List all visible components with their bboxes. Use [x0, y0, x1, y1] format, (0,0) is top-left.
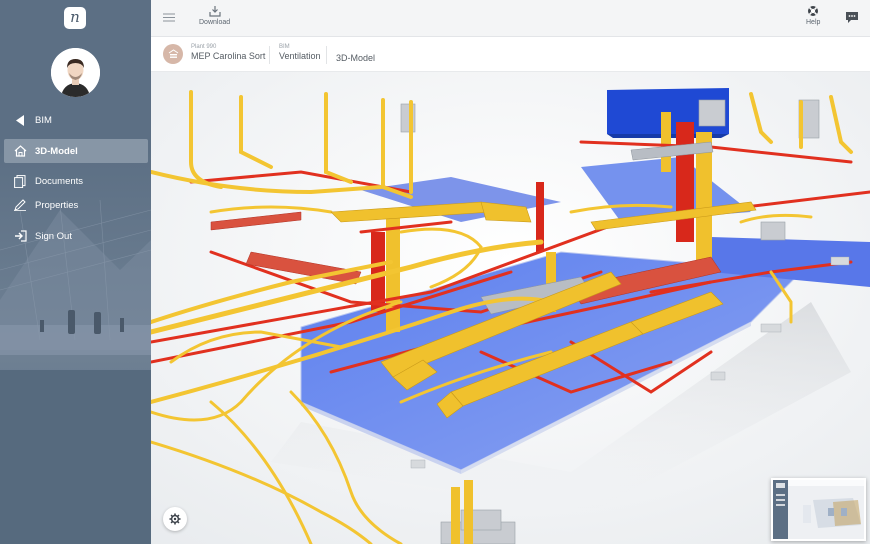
- pencil-icon: [13, 198, 27, 212]
- 3d-model-canvas[interactable]: [151, 72, 870, 544]
- breadcrumb-model-name: Ventilation: [279, 51, 321, 62]
- breadcrumb-project-name: MEP Carolina Sort: [191, 51, 266, 62]
- sidebar-item-label: Documents: [35, 175, 84, 187]
- sidebar-item-label: 3D-Model: [35, 145, 78, 157]
- breadcrumb-view-name: 3D-Model: [336, 53, 376, 63]
- logo-letter: n: [70, 7, 80, 26]
- gear-icon: [169, 513, 181, 525]
- documents-icon: [13, 174, 27, 188]
- breadcrumb-model-sup: BIM: [279, 44, 290, 50]
- sign-out-icon: [13, 229, 27, 243]
- user-avatar[interactable]: [51, 48, 100, 97]
- sidebar-item-label: Sign Out: [35, 230, 72, 242]
- viewer-settings-button[interactable]: [163, 507, 187, 531]
- download-icon: [208, 6, 221, 17]
- help-label: Help: [806, 19, 821, 26]
- home-icon: [13, 144, 27, 158]
- back-triangle-icon: [13, 113, 27, 127]
- breadcrumb-divider: [269, 46, 270, 64]
- top-toolbar: Download Help: [151, 0, 870, 37]
- sidebar-item-label: Properties: [35, 199, 79, 211]
- minimap-thumbnail[interactable]: [771, 478, 866, 541]
- chat-icon[interactable]: [845, 11, 859, 24]
- app-logo[interactable]: n: [64, 7, 86, 29]
- sidebar-item-documents[interactable]: Documents: [0, 169, 151, 193]
- lifebuoy-help-icon: [808, 6, 819, 16]
- breadcrumb-project-sup: Plant 990: [191, 44, 217, 50]
- sidebar-item-bim[interactable]: BIM: [0, 108, 151, 132]
- sidebar-item-label: BIM: [35, 114, 52, 126]
- breadcrumb-divider: [326, 46, 327, 64]
- sidebar-item-properties[interactable]: Properties: [0, 193, 151, 217]
- help-button[interactable]: Help: [806, 5, 820, 26]
- hamburger-menu-icon[interactable]: [163, 13, 175, 22]
- 3d-model-viewer[interactable]: [151, 72, 870, 544]
- breadcrumb: Plant 990 MEP Carolina Sort BIM Ventilat…: [151, 37, 870, 72]
- sidebar-item-3d-model[interactable]: 3D-Model: [4, 139, 148, 163]
- breadcrumb-model[interactable]: BIM Ventilation: [279, 44, 321, 62]
- sidebar-item-sign-out[interactable]: Sign Out: [0, 224, 151, 248]
- project-building-icon[interactable]: [163, 44, 183, 64]
- download-button[interactable]: Download: [199, 5, 230, 26]
- download-label: Download: [199, 19, 231, 26]
- breadcrumb-project[interactable]: Plant 990 MEP Carolina Sort: [191, 44, 265, 62]
- breadcrumb-view: 3D-Model: [336, 53, 376, 63]
- sidebar: n BIM 3D-Model Documents Properties Sign…: [0, 0, 151, 544]
